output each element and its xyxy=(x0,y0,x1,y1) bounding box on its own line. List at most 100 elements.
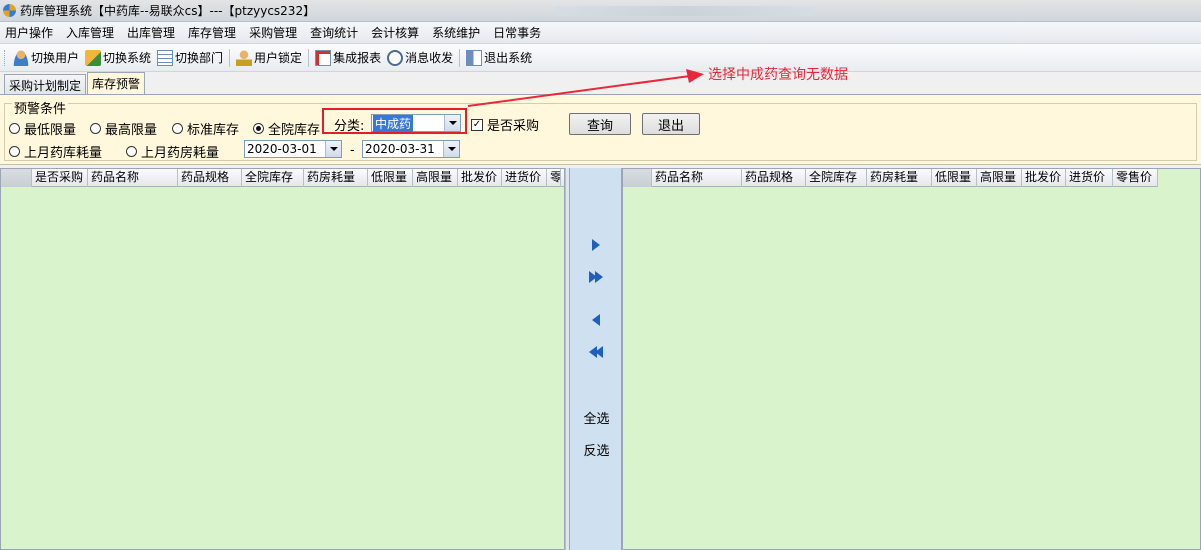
dropdown-arrow-icon[interactable] xyxy=(325,141,341,157)
col-wholesale-price[interactable]: 批发价 xyxy=(458,169,502,187)
menu-system-maintenance[interactable]: 系统维护 xyxy=(427,24,488,41)
col-pharmacy-usage[interactable]: 药房耗量 xyxy=(867,169,932,187)
radio-max-limit[interactable]: 最高限量 xyxy=(90,119,157,138)
warning-drug-grid[interactable]: 是否采购 药品名称 药品规格 全院库存 药房耗量 低限量 高限量 批发价 进货价… xyxy=(0,168,565,550)
select-all-button[interactable]: 全选 xyxy=(570,408,623,427)
col-high-limit[interactable]: 高限量 xyxy=(977,169,1022,187)
toolbar-grip[interactable] xyxy=(4,49,7,66)
filter-panel: 预警条件 最低限量 最高限量 标准库存 全院库存 分类: 中成药 ✓ 是否采购 … xyxy=(0,94,1201,165)
row-indicator-header xyxy=(623,169,652,187)
col-hospital-stock[interactable]: 全院库存 xyxy=(806,169,867,187)
exit-door-icon xyxy=(466,49,483,66)
category-select[interactable]: 中成药 xyxy=(371,114,461,132)
date-to-value: 2020-03-31 xyxy=(365,142,435,156)
radio-circle-icon xyxy=(126,146,137,157)
col-drug-spec[interactable]: 药品规格 xyxy=(742,169,806,187)
move-all-left-icon[interactable] xyxy=(588,345,604,359)
radio-circle-icon xyxy=(90,123,101,134)
col-is-purchase[interactable]: 是否采购 xyxy=(32,169,88,187)
radio-max-limit-label: 最高限量 xyxy=(105,123,158,138)
purchase-checkbox[interactable]: ✓ 是否采购 xyxy=(471,115,539,134)
user-lock-label: 用户锁定 xyxy=(254,51,303,65)
dropdown-arrow-icon[interactable] xyxy=(443,141,459,157)
radio-min-limit[interactable]: 最低限量 xyxy=(9,119,76,138)
radio-standard-stock-label: 标准库存 xyxy=(187,123,240,138)
col-drug-name[interactable]: 药品名称 xyxy=(652,169,742,187)
purchase-checkbox-label: 是否采购 xyxy=(487,119,540,134)
message-icon xyxy=(387,49,404,66)
switch-system-button[interactable]: 切换系统 xyxy=(82,49,154,66)
radio-hospital-stock-label: 全院库存 xyxy=(268,123,321,138)
user-lock-icon xyxy=(236,49,253,66)
date-from-picker[interactable]: 2020-03-01 xyxy=(244,140,342,158)
col-purchase-price[interactable]: 进货价 xyxy=(502,169,547,187)
menu-query-stats[interactable]: 查询统计 xyxy=(305,24,366,41)
exit-system-button[interactable]: 退出系统 xyxy=(463,49,535,66)
user-lock-button[interactable]: 用户锁定 xyxy=(233,49,305,66)
menu-inbound[interactable]: 入库管理 xyxy=(61,24,122,41)
purchase-drug-grid[interactable]: 药品名称 药品规格 全院库存 药房耗量 低限量 高限量 批发价 进货价 零售价 xyxy=(622,168,1201,550)
category-value: 中成药 xyxy=(373,114,414,132)
col-purchase-price[interactable]: 进货价 xyxy=(1066,169,1113,187)
menu-inventory[interactable]: 库存管理 xyxy=(183,24,244,41)
col-hospital-stock[interactable]: 全院库存 xyxy=(242,169,304,187)
radio-circle-icon xyxy=(172,123,183,134)
radio-last-month-storage[interactable]: 上月药库耗量 xyxy=(9,142,102,161)
tab-purchase-plan[interactable]: 采购计划制定 xyxy=(4,74,87,94)
menu-user-ops[interactable]: 用户操作 xyxy=(0,24,61,41)
invert-select-button[interactable]: 反选 xyxy=(570,440,623,459)
menu-bar: 用户操作 入库管理 出库管理 库存管理 采购管理 查询统计 会计核算 系统维护 … xyxy=(0,22,1201,44)
app-logo-icon xyxy=(3,4,16,17)
toolbar-separator xyxy=(229,48,231,67)
menu-daily-affairs[interactable]: 日常事务 xyxy=(488,24,549,41)
col-low-limit[interactable]: 低限量 xyxy=(368,169,413,187)
switch-user-label: 切换用户 xyxy=(31,51,80,65)
exit-system-label: 退出系统 xyxy=(484,51,533,65)
query-button[interactable]: 查询 xyxy=(569,113,631,135)
menu-accounting[interactable]: 会计核算 xyxy=(366,24,427,41)
users-icon xyxy=(13,49,29,66)
col-pharmacy-usage[interactable]: 药房耗量 xyxy=(304,169,368,187)
col-low-limit[interactable]: 低限量 xyxy=(932,169,977,187)
dropdown-arrow-icon[interactable] xyxy=(444,115,460,131)
col-wholesale-price[interactable]: 批发价 xyxy=(1022,169,1066,187)
row-indicator-header xyxy=(1,169,32,187)
date-from-value: 2020-03-01 xyxy=(247,142,317,156)
window-title: 药库管理系统【中药库--易联众cs】---【ptzyycs232】 xyxy=(20,4,316,18)
radio-hospital-stock[interactable]: 全院库存 xyxy=(253,119,320,138)
date-separator: - xyxy=(350,143,355,158)
transfer-control-panel: 全选 反选 xyxy=(569,168,622,550)
tab-strip: 采购计划制定 库存预警 xyxy=(0,72,1201,94)
toolbar: 切换用户 切换系统 切换部门 用户锁定 集成报表 消息收发 退出系统 xyxy=(0,44,1201,72)
menu-outbound[interactable]: 出库管理 xyxy=(122,24,183,41)
right-grid-header: 药品名称 药品规格 全院库存 药房耗量 低限量 高限量 批发价 进货价 零售价 xyxy=(623,169,1158,187)
switch-dept-button[interactable]: 切换部门 xyxy=(154,49,226,66)
col-retail-price-partial[interactable]: 零 xyxy=(547,169,561,187)
move-left-icon[interactable] xyxy=(588,313,604,327)
group-title: 预警条件 xyxy=(12,102,69,117)
radio-min-limit-label: 最低限量 xyxy=(24,123,77,138)
annotation-text: 选择中成药查询无数据 xyxy=(708,67,848,83)
department-icon xyxy=(157,49,174,66)
exit-button[interactable]: 退出 xyxy=(642,113,700,135)
radio-circle-icon xyxy=(9,123,20,134)
col-high-limit[interactable]: 高限量 xyxy=(413,169,458,187)
toolbar-separator xyxy=(308,48,310,67)
message-button[interactable]: 消息收发 xyxy=(384,49,456,66)
switch-user-button[interactable]: 切换用户 xyxy=(10,49,82,66)
col-retail-price[interactable]: 零售价 xyxy=(1113,169,1158,187)
radio-last-month-storage-label: 上月药库耗量 xyxy=(24,146,103,161)
radio-standard-stock[interactable]: 标准库存 xyxy=(172,119,239,138)
radio-selected-icon xyxy=(253,123,264,134)
date-to-picker[interactable]: 2020-03-31 xyxy=(362,140,460,158)
move-all-right-icon[interactable] xyxy=(588,270,604,284)
move-right-icon[interactable] xyxy=(588,238,604,252)
radio-circle-icon xyxy=(9,146,20,157)
integrated-report-button[interactable]: 集成报表 xyxy=(312,49,384,66)
tab-stock-warning[interactable]: 库存预警 xyxy=(87,72,146,94)
col-drug-name[interactable]: 药品名称 xyxy=(88,169,178,187)
category-label: 分类: xyxy=(334,119,365,134)
radio-last-month-pharmacy[interactable]: 上月药房耗量 xyxy=(126,142,219,161)
col-drug-spec[interactable]: 药品规格 xyxy=(178,169,242,187)
menu-purchase[interactable]: 采购管理 xyxy=(244,24,305,41)
